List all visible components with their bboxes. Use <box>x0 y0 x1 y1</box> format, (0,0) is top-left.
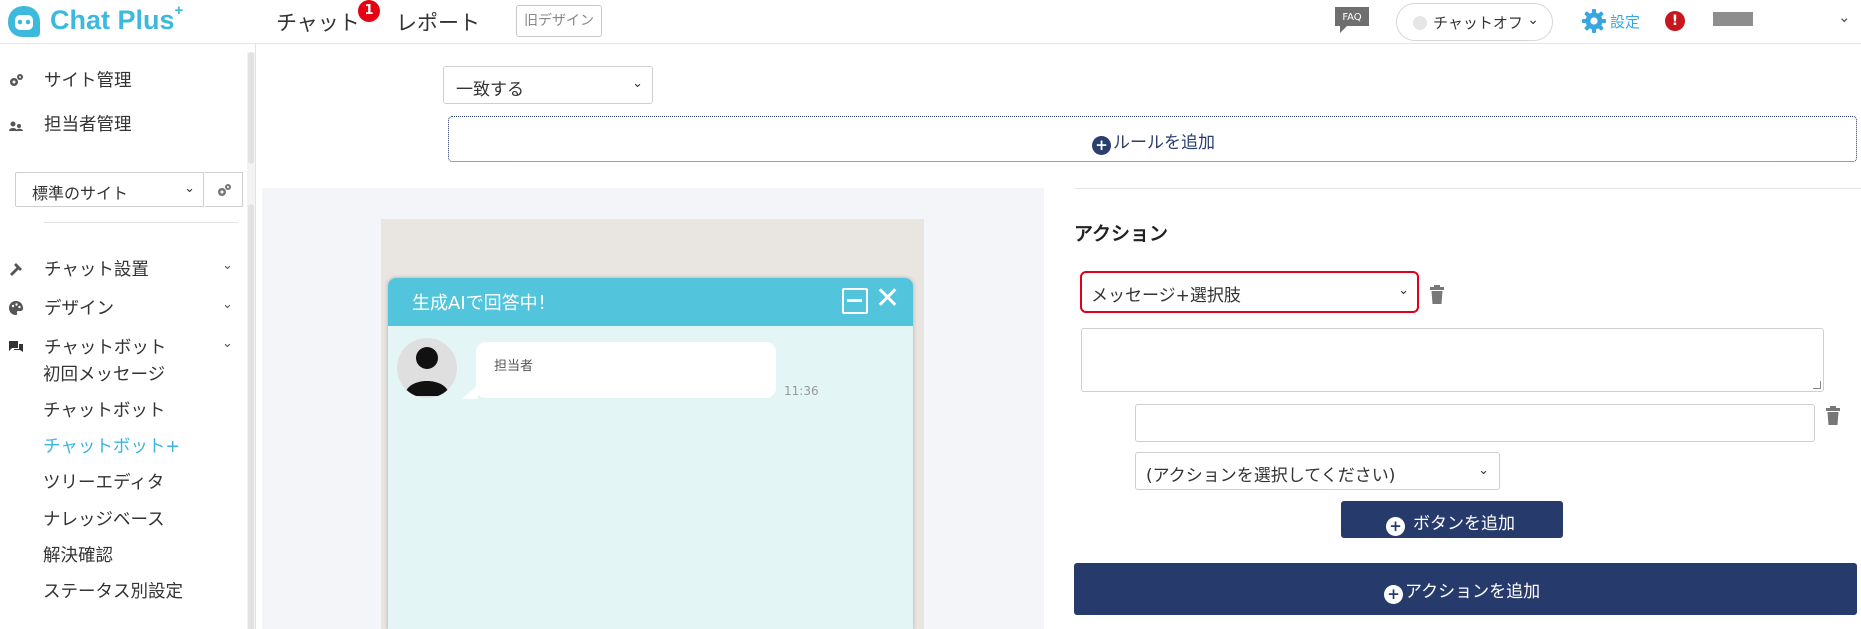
gears-icon <box>218 184 231 196</box>
choice-text-input[interactable] <box>1135 404 1815 442</box>
match-condition-value: 一致する <box>456 80 524 100</box>
alert-icon[interactable]: ! <box>1665 11 1685 31</box>
action-section-title: アクション <box>1074 223 1169 245</box>
message-textarea[interactable] <box>1081 328 1824 392</box>
sidebar-sub-item-status-settings[interactable]: ステータス別設定 <box>43 578 183 603</box>
chevron-down-icon: ⌄ <box>222 297 233 312</box>
add-rule-label: ルールを追加 <box>1113 133 1215 153</box>
site-settings-button[interactable] <box>205 172 243 207</box>
chat-widget-title: 生成AIで回答中！ <box>412 293 556 314</box>
add-action-button[interactable]: + アクションを追加 <box>1074 563 1857 615</box>
sidebar-sub-item-resolution-check[interactable]: 解決確認 <box>43 542 113 567</box>
add-action-label: アクションを追加 <box>1405 582 1541 602</box>
chat-notification-badge: 1 <box>358 0 380 22</box>
plus-circle-icon: + <box>1092 136 1111 155</box>
resize-handle-icon[interactable] <box>1813 381 1821 389</box>
sidebar-scrollbar[interactable] <box>247 52 255 629</box>
add-choice-label: ボタンを追加 <box>1413 514 1515 534</box>
sidebar-divider <box>44 222 238 223</box>
sidebar-sub-item-tree-editor[interactable]: ツリーエディタ <box>43 469 164 494</box>
sidebar-sub-item-chatbot[interactable]: チャットボット <box>43 397 165 422</box>
chevron-down-icon: ⌄ <box>1478 463 1489 478</box>
user-menu-chevron-icon[interactable]: ⌄ <box>1838 8 1851 26</box>
chat-plus-logo[interactable]: Chat Plus+ <box>6 2 196 40</box>
chevron-down-icon: ⌄ <box>632 76 643 91</box>
chat-status-label: チャットオフ <box>1433 14 1523 32</box>
match-condition-select[interactable]: 一致する ⌄ <box>443 66 653 104</box>
sidebar-item-site-management[interactable]: サイト管理 <box>0 65 246 95</box>
nav-chat[interactable]: チャット <box>276 7 360 37</box>
sidebar-item-label: サイト管理 <box>44 71 132 91</box>
chat-status-dropdown[interactable]: チャットオフ ⌄ <box>1396 3 1553 41</box>
person-silhouette-icon <box>405 347 449 396</box>
sidebar-sub-item-knowledge-base[interactable]: ナレッジベース <box>43 506 165 531</box>
sidebar-section-label: チャットボット <box>44 338 167 358</box>
status-dot-icon <box>1413 16 1427 30</box>
sidebar-sub-item-first-message[interactable]: 初回メッセージ <box>43 361 165 386</box>
chat-widget-header: 生成AIで回答中！ ✕ <box>388 278 913 326</box>
scrollbar-thumb[interactable] <box>248 52 254 164</box>
chevron-down-icon: ⌄ <box>222 258 233 273</box>
chat-message-bubble: 担当者 <box>462 342 776 399</box>
close-icon[interactable]: ✕ <box>875 282 900 316</box>
sidebar-item-staff-management[interactable]: 担当者管理 <box>0 109 246 139</box>
sidebar-section-chatbot[interactable]: チャットボット ⌄ <box>0 332 246 362</box>
sidebar-section-design[interactable]: デザイン ⌄ <box>0 293 246 323</box>
faq-icon[interactable]: FAQ <box>1333 5 1371 35</box>
gear-icon <box>1582 9 1606 33</box>
sidebar-section-chat-setup[interactable]: チャット設置 ⌄ <box>0 254 246 284</box>
sidebar-sub-item-chatbot-plus[interactable]: チャットボット+ <box>43 433 180 458</box>
sidebar-section-label: チャット設置 <box>44 260 149 280</box>
message-timestamp: 11:36 <box>784 384 819 398</box>
action-divider <box>1075 188 1861 189</box>
plus-circle-icon: + <box>1384 585 1403 604</box>
chat-bubbles-icon <box>9 341 23 352</box>
action-type-select[interactable]: メッセージ+選択肢 ⌄ <box>1080 271 1419 313</box>
trash-icon[interactable] <box>1429 285 1445 305</box>
plus-circle-icon: + <box>1386 517 1405 536</box>
choice-action-placeholder: (アクションを選択してください) <box>1146 466 1396 486</box>
palette-icon <box>9 301 23 315</box>
choice-action-select[interactable]: (アクションを選択してください) ⌄ <box>1135 452 1500 490</box>
chat-widget-preview: 生成AIで回答中！ ✕ 担当者 11:36 <box>388 278 913 629</box>
logo-text: Chat Plus+ <box>50 2 184 35</box>
user-name-masked[interactable] <box>1713 12 1753 26</box>
message-sender: 担当者 <box>494 359 534 374</box>
gears-icon <box>10 74 23 86</box>
action-type-value: メッセージ+選択肢 <box>1091 286 1241 306</box>
trash-icon[interactable] <box>1825 406 1841 426</box>
site-select-value: 標準のサイト <box>32 184 129 203</box>
site-select[interactable]: 標準のサイト ⌄ <box>15 172 204 207</box>
nav-report[interactable]: レポート <box>396 7 480 37</box>
tools-icon <box>10 263 22 276</box>
old-design-button[interactable]: 旧デザイン <box>516 5 602 37</box>
sidebar: サイト管理 担当者管理 標準のサイト ⌄ チャット設置 ⌄ デザイン ⌄ チャッ… <box>0 44 256 629</box>
users-icon <box>9 121 23 131</box>
chevron-down-icon: ⌄ <box>184 181 195 196</box>
scrollbar-thumb[interactable] <box>248 204 254 629</box>
chat-plus-logo-icon <box>8 6 40 37</box>
sidebar-item-label: 担当者管理 <box>44 115 132 135</box>
top-bar: Chat Plus+ チャット 1 レポート 旧デザイン FAQ チャットオフ … <box>0 0 1861 44</box>
chevron-down-icon: ⌄ <box>1398 283 1409 298</box>
sidebar-section-label: デザイン <box>44 299 114 319</box>
add-rule-button[interactable]: + ルールを追加 <box>448 116 1857 162</box>
avatar <box>397 338 457 398</box>
chevron-down-icon: ⌄ <box>222 336 233 351</box>
chevron-down-icon: ⌄ <box>1527 12 1539 28</box>
settings-label: 設定 <box>1610 13 1641 31</box>
add-choice-button[interactable]: + ボタンを追加 <box>1341 501 1563 538</box>
minimize-icon[interactable] <box>842 288 868 314</box>
faq-label: FAQ <box>1342 12 1361 23</box>
